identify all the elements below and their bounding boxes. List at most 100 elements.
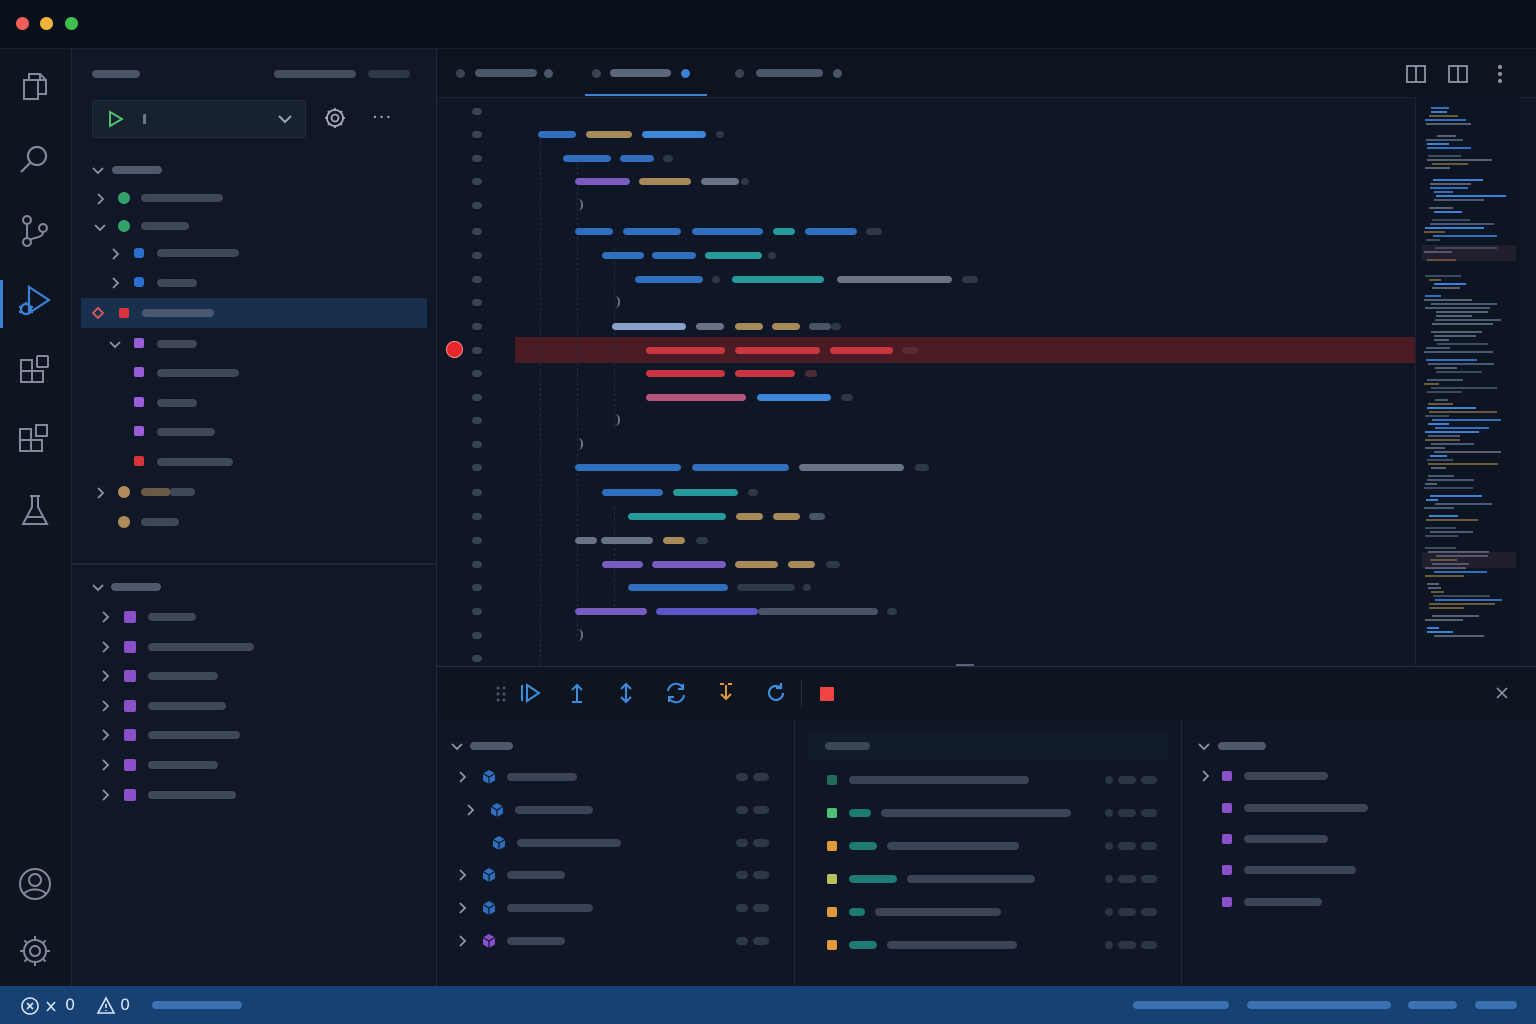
close-icon[interactable] bbox=[1494, 685, 1510, 701]
chevron-right-icon[interactable] bbox=[1198, 769, 1212, 783]
minimize-window-button[interactable] bbox=[40, 17, 53, 30]
chevron-right-icon[interactable] bbox=[97, 698, 113, 714]
selected-tree-row[interactable] bbox=[81, 298, 427, 328]
log-message[interactable] bbox=[849, 776, 1029, 784]
tree-item[interactable] bbox=[157, 428, 215, 436]
chevron-right-icon[interactable] bbox=[463, 803, 477, 817]
more-actions-icon[interactable] bbox=[1497, 63, 1503, 85]
chevron-right-icon[interactable] bbox=[107, 246, 123, 262]
stack-frame[interactable] bbox=[507, 773, 577, 781]
log-message[interactable] bbox=[881, 809, 1071, 817]
start-debugging-icon[interactable] bbox=[105, 110, 127, 128]
chevron-right-icon[interactable] bbox=[97, 668, 113, 684]
chevron-right-icon[interactable] bbox=[97, 757, 113, 773]
watch-item[interactable] bbox=[148, 613, 196, 621]
chevron-right-icon[interactable] bbox=[455, 868, 469, 882]
breakpoint-entry[interactable] bbox=[1244, 898, 1322, 906]
status-item[interactable] bbox=[1408, 1001, 1457, 1009]
status-item[interactable] bbox=[152, 1001, 242, 1009]
tree-item[interactable] bbox=[157, 458, 233, 466]
tab-active[interactable] bbox=[585, 49, 707, 97]
chevron-down-icon[interactable] bbox=[276, 111, 294, 127]
chevron-down-icon[interactable] bbox=[1197, 739, 1211, 753]
watch-item[interactable] bbox=[148, 643, 254, 651]
chevron-right-icon[interactable] bbox=[97, 787, 113, 803]
watch-item[interactable] bbox=[148, 731, 240, 739]
warnings-count[interactable]: 0 bbox=[120, 995, 130, 1015]
remote-icon[interactable] bbox=[15, 421, 55, 461]
code-editor[interactable] bbox=[437, 97, 1415, 666]
tab-close-icon[interactable] bbox=[833, 69, 842, 78]
warning-icon[interactable] bbox=[96, 996, 116, 1015]
chevron-right-icon[interactable] bbox=[97, 727, 113, 743]
watch-item[interactable] bbox=[148, 791, 236, 799]
tree-item[interactable] bbox=[141, 518, 179, 526]
settings-icon[interactable] bbox=[15, 931, 55, 971]
tree-item[interactable] bbox=[157, 369, 239, 377]
stack-frame[interactable] bbox=[515, 806, 593, 814]
breakpoint-entry[interactable] bbox=[1244, 835, 1328, 843]
more-actions-icon[interactable]: ··· bbox=[372, 108, 396, 128]
restart-frame-icon[interactable] bbox=[664, 681, 688, 705]
unsaved-dot-icon[interactable] bbox=[681, 69, 690, 78]
chevron-right-icon[interactable] bbox=[455, 934, 469, 948]
testing-icon[interactable] bbox=[15, 491, 55, 531]
watch-item[interactable] bbox=[148, 702, 226, 710]
tab[interactable] bbox=[437, 49, 582, 97]
chevron-right-icon[interactable] bbox=[107, 275, 123, 291]
toggle-layout-icon[interactable] bbox=[1447, 63, 1469, 85]
launch-config-select[interactable] bbox=[92, 100, 306, 138]
run-debug-icon[interactable] bbox=[15, 281, 55, 321]
tree-item[interactable] bbox=[141, 194, 223, 202]
chevron-right-icon[interactable] bbox=[455, 901, 469, 915]
extensions-icon[interactable] bbox=[15, 351, 55, 391]
tree-item[interactable] bbox=[157, 249, 239, 257]
chevron-right-icon[interactable] bbox=[97, 609, 113, 625]
tab-close-icon[interactable] bbox=[544, 69, 553, 78]
status-item[interactable] bbox=[1475, 1001, 1517, 1009]
step-into-icon[interactable] bbox=[614, 681, 638, 705]
continue-icon[interactable] bbox=[518, 681, 542, 705]
stop-icon[interactable] bbox=[820, 687, 834, 701]
chevron-right-icon[interactable] bbox=[455, 770, 469, 784]
close-window-button[interactable] bbox=[16, 17, 29, 30]
files-icon[interactable] bbox=[15, 67, 55, 107]
status-item[interactable] bbox=[1247, 1001, 1391, 1009]
gear-icon[interactable] bbox=[323, 106, 347, 130]
search-icon[interactable] bbox=[15, 139, 55, 179]
chevron-right-icon[interactable] bbox=[97, 639, 113, 655]
step-over-icon[interactable] bbox=[565, 681, 589, 705]
minimap[interactable] bbox=[1415, 97, 1520, 666]
log-message[interactable] bbox=[887, 842, 1019, 850]
source-control-icon[interactable] bbox=[15, 211, 55, 251]
chevron-right-icon[interactable] bbox=[92, 485, 108, 501]
chevron-down-icon[interactable] bbox=[92, 219, 108, 235]
tree-item[interactable] bbox=[141, 222, 189, 230]
step-out-icon[interactable] bbox=[714, 681, 738, 705]
tree-item[interactable] bbox=[157, 399, 197, 407]
log-message[interactable] bbox=[907, 875, 1035, 883]
stack-frame[interactable] bbox=[507, 904, 593, 912]
status-item[interactable] bbox=[1133, 1001, 1229, 1009]
drag-handle-icon[interactable] bbox=[496, 686, 506, 702]
breakpoint-entry[interactable] bbox=[1244, 772, 1328, 780]
stack-frame[interactable] bbox=[507, 871, 565, 879]
error-icon[interactable] bbox=[20, 996, 40, 1016]
restart-icon[interactable] bbox=[764, 681, 788, 705]
chevron-right-icon[interactable] bbox=[92, 191, 108, 207]
maximize-window-button[interactable] bbox=[65, 17, 78, 30]
breakpoint-icon[interactable] bbox=[446, 341, 463, 358]
watch-item[interactable] bbox=[148, 761, 218, 769]
watch-item[interactable] bbox=[148, 672, 218, 680]
sidebar-action[interactable] bbox=[368, 70, 410, 78]
chevron-down-icon[interactable] bbox=[107, 336, 123, 352]
log-message[interactable] bbox=[875, 908, 1001, 916]
chevron-down-icon[interactable] bbox=[90, 579, 106, 595]
account-icon[interactable] bbox=[15, 864, 55, 904]
stack-frame[interactable] bbox=[517, 839, 621, 847]
log-message[interactable] bbox=[887, 941, 1017, 949]
errors-count[interactable]: 0 bbox=[65, 995, 75, 1015]
tree-item[interactable] bbox=[157, 279, 197, 287]
sidebar-action[interactable] bbox=[274, 70, 356, 78]
tab[interactable] bbox=[727, 49, 857, 97]
